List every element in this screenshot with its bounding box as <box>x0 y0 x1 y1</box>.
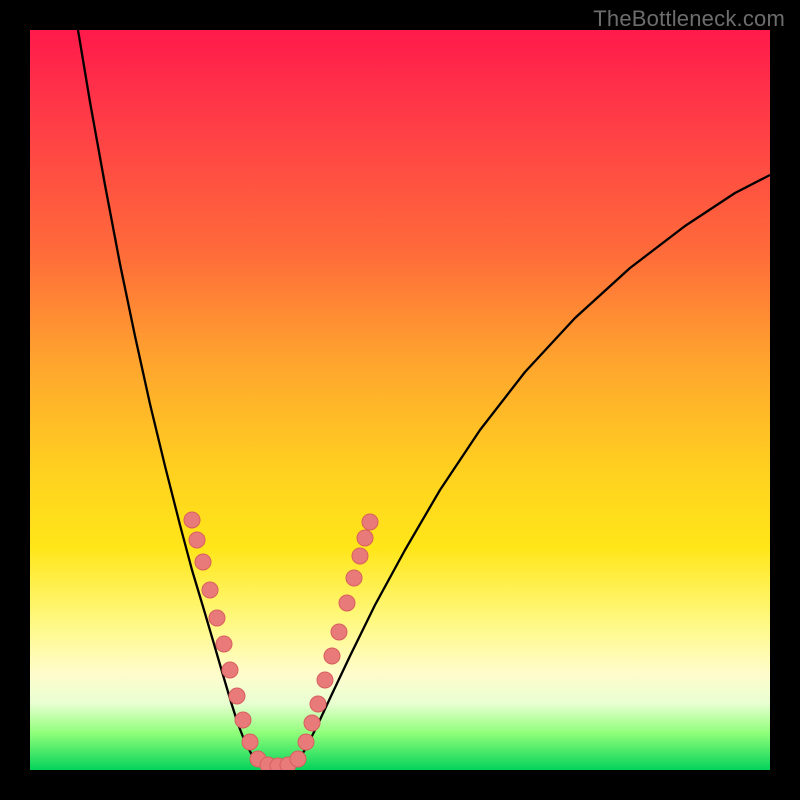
marker-dot <box>310 696 326 712</box>
marker-dot <box>362 514 378 530</box>
chart-plot-area <box>30 30 770 770</box>
marker-dot <box>346 570 362 586</box>
marker-dot <box>242 734 258 750</box>
marker-dot <box>222 662 238 678</box>
chart-overlay <box>30 30 770 770</box>
marker-dot <box>331 624 347 640</box>
marker-dot <box>298 734 314 750</box>
watermark-text: TheBottleneck.com <box>593 6 785 32</box>
marker-dot <box>229 688 245 704</box>
marker-dot <box>202 582 218 598</box>
marker-dot <box>317 672 333 688</box>
bottleneck-curve <box>78 30 770 768</box>
marker-dot <box>216 636 232 652</box>
marker-dot <box>357 530 373 546</box>
marker-dot <box>209 610 225 626</box>
marker-dot <box>189 532 205 548</box>
marker-dot <box>235 712 251 728</box>
marker-dot <box>304 715 320 731</box>
marker-dot <box>184 512 200 528</box>
marker-dot <box>324 648 340 664</box>
chart-frame: TheBottleneck.com <box>0 0 800 800</box>
marker-dot <box>352 548 368 564</box>
marker-dot <box>339 595 355 611</box>
marker-dot <box>290 751 306 767</box>
marker-dot <box>195 554 211 570</box>
